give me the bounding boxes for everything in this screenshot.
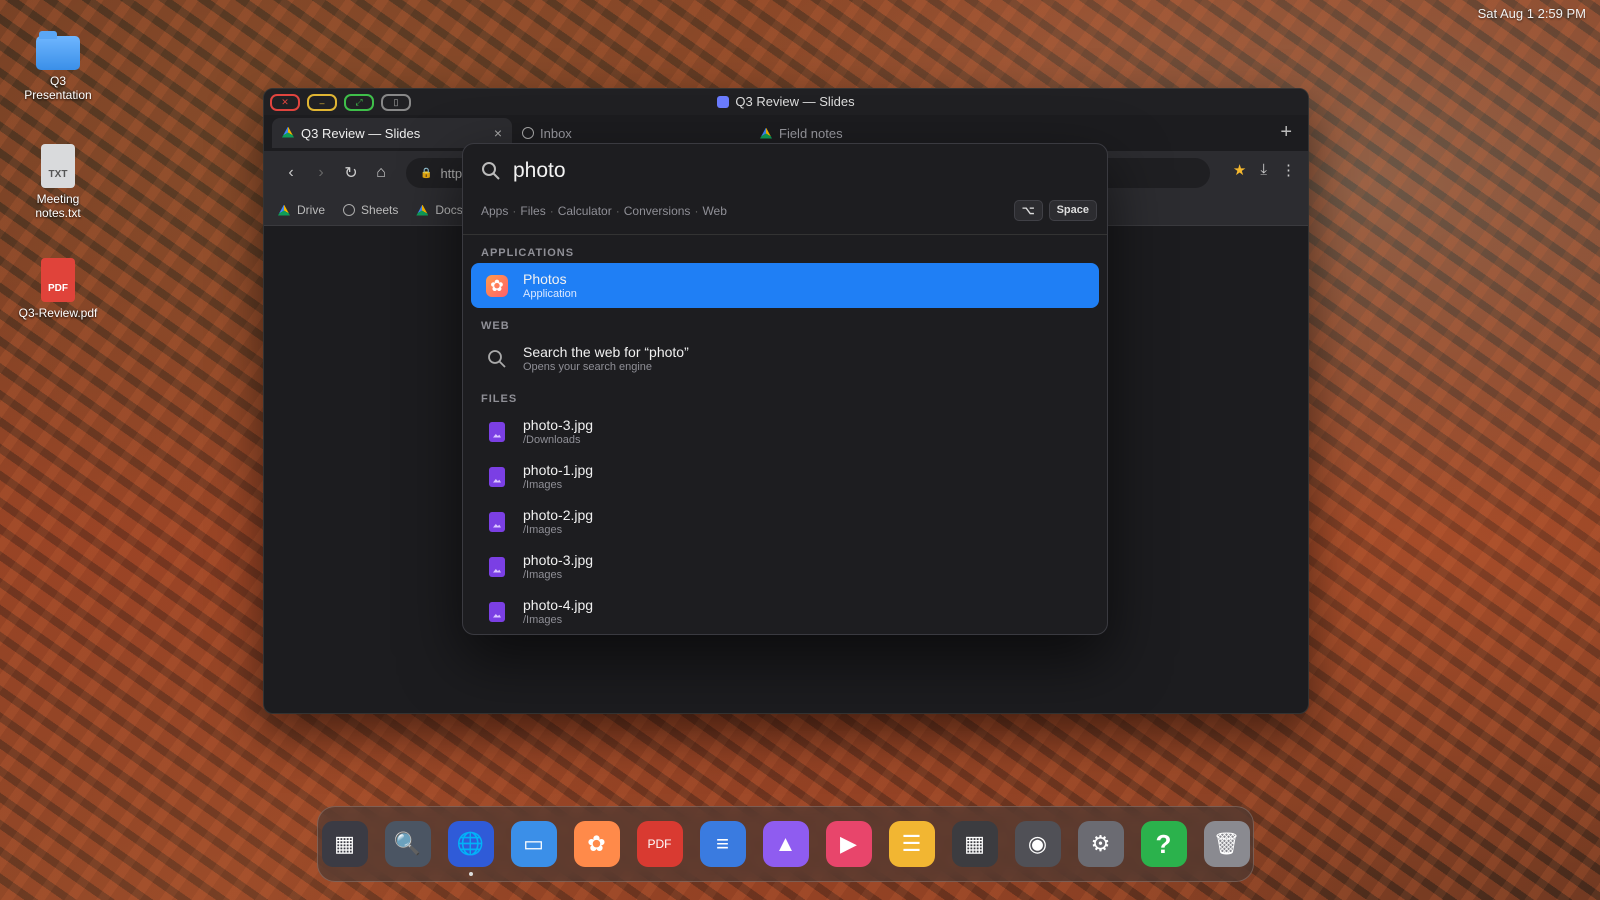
search-icon [482, 162, 500, 180]
reload-icon[interactable]: ↻ [336, 163, 366, 183]
camera-icon[interactable]: ◉ [1014, 821, 1061, 867]
search-icon [488, 349, 506, 368]
result-file[interactable]: photo-3.jpg/Downloads [471, 409, 1099, 454]
search-filters: Apps · Files · Calculator · Conversions · We… [463, 198, 1107, 224]
pdf-reader-icon[interactable]: PDF [636, 821, 683, 867]
finder-search-icon[interactable]: 🔍 [384, 821, 431, 867]
result-file[interactable]: photo-2.jpg/Images [471, 499, 1099, 544]
file-path: /Images [523, 569, 563, 581]
desktop-icon-q3-presentation[interactable]: Q3 Presentation [18, 31, 98, 102]
bookmark-sheets[interactable]: Sheets [343, 203, 398, 217]
google-drive-icon [282, 126, 294, 138]
image-file-icon [489, 511, 505, 532]
globe-icon [343, 204, 356, 216]
tab-label: Field notes [779, 125, 843, 141]
forward-arrow-icon[interactable]: › [306, 164, 336, 182]
menubar-clock: Sat Aug 1 2:59 PM [1477, 6, 1586, 21]
file-name: photo-4.jpg [523, 597, 594, 613]
home-icon[interactable]: ⌂ [366, 164, 396, 182]
back-arrow-icon[interactable]: ‹ [276, 164, 306, 182]
spotlight-search-field[interactable]: photo [463, 144, 1107, 198]
result-title: Search the web for “photo” [523, 344, 689, 360]
file-path: /Images [523, 614, 563, 626]
dock: ▦ 🔍 🌐 ▭ ✿ PDF ≡ ▲ ▶ ☰ ▦ ◉ ⚙? 🗑 [317, 806, 1254, 882]
photos-icon[interactable]: ✿ [573, 821, 620, 867]
image-file-icon [489, 601, 505, 622]
section-web: WEB [481, 320, 510, 332]
image-file-icon [489, 421, 505, 442]
google-drive-icon [278, 204, 290, 216]
file-name: photo-2.jpg [523, 507, 594, 523]
filter-files[interactable]: Files [520, 204, 545, 218]
new-tab-plus-icon[interactable]: + [1280, 121, 1292, 144]
bookmark-drive[interactable]: Drive [278, 203, 325, 217]
file-name: photo-3.jpg [523, 552, 594, 568]
app-icon [717, 96, 730, 108]
result-title: Photos [523, 271, 567, 287]
image-file-icon [489, 556, 505, 577]
globe-icon [522, 127, 534, 139]
section-applications: APPLICATIONS [481, 247, 575, 259]
section-files: FILES [481, 393, 518, 405]
more-menu-icon[interactable]: ⋮ [1281, 161, 1296, 179]
result-photos-app[interactable]: ✿ Photos Application [471, 263, 1099, 308]
text-file-icon: TXT [41, 144, 75, 188]
filter-conversions[interactable]: Conversions [624, 204, 691, 218]
result-file[interactable]: photo-4.jpg/Images [471, 589, 1099, 634]
option-key: ⌥ [1013, 200, 1043, 221]
filter-apps[interactable]: Apps [481, 204, 508, 218]
window-title: Q3 Review — Slides [264, 94, 1308, 109]
trash-icon[interactable]: 🗑 [1203, 821, 1250, 867]
file-path: /Images [523, 524, 563, 536]
close-tab-icon[interactable]: × [494, 125, 502, 141]
browser-globe-icon[interactable]: 🌐 [447, 821, 494, 876]
spotlight-launcher: photo Apps · Files · Calculator · Conversio… [462, 143, 1108, 635]
result-file[interactable]: photo-3.jpg/Images [471, 544, 1099, 589]
result-subtitle: Application [523, 288, 577, 300]
lock-icon: 🔒 [420, 167, 433, 179]
settings-gear-icon[interactable]: ⚙ [1077, 821, 1124, 867]
image-file-icon [489, 466, 505, 487]
desktop-icon-label: Q3 Presentation [24, 74, 92, 102]
google-drive-icon [760, 127, 772, 139]
filter-calculator[interactable]: Calculator [558, 204, 612, 218]
divider [463, 234, 1107, 235]
calculator-icon[interactable]: ▦ [951, 821, 998, 867]
help-icon[interactable]: ? [1140, 821, 1187, 867]
files-folder-icon[interactable]: ▭ [510, 821, 557, 867]
bookmark-docs[interactable]: Docs [416, 203, 463, 217]
image-viewer-icon[interactable]: ▲ [762, 821, 809, 867]
space-key: Space [1048, 200, 1097, 221]
desktop-icon-label: Q3-Review.pdf [18, 306, 98, 320]
google-drive-icon [416, 204, 429, 216]
shortcut-hint: ⌥ Space [1013, 200, 1097, 221]
desktop-icon-q3-review-pdf[interactable]: PDF Q3-Review.pdf [18, 258, 98, 320]
media-player-icon[interactable]: ▶ [825, 821, 872, 867]
file-path: /Downloads [523, 434, 581, 446]
bookmark-star-icon[interactable]: ★ [1233, 161, 1246, 179]
folder-icon [36, 31, 80, 70]
photos-app-icon: ✿ [486, 274, 508, 297]
result-file[interactable]: photo-1.jpg/Images [471, 454, 1099, 499]
window-titlebar[interactable]: ✕ – ⤢ ▯ Q3 Review — Slides [264, 89, 1308, 115]
desktop-icon-meeting-notes[interactable]: TXT Meeting notes.txt [18, 144, 98, 220]
file-name: photo-1.jpg [523, 462, 594, 478]
filter-web[interactable]: Web [702, 204, 726, 218]
download-icon[interactable]: ⤓ [1260, 161, 1267, 179]
file-name: photo-3.jpg [523, 417, 594, 433]
tab-label: Q3 Review — Slides [301, 125, 421, 141]
documents-icon[interactable]: ≡ [699, 821, 746, 867]
pdf-file-icon: PDF [41, 258, 75, 302]
file-path: /Images [523, 479, 563, 491]
search-query[interactable]: photo [513, 159, 566, 183]
notes-icon[interactable]: ☰ [888, 821, 935, 867]
tab-label: Inbox [540, 125, 572, 141]
launchpad-icon[interactable]: ▦ [321, 821, 368, 867]
result-subtitle: Opens your search engine [523, 361, 653, 373]
result-web-search[interactable]: Search the web for “photo” Opens your se… [471, 336, 1099, 381]
desktop-icon-label: Meeting notes.txt [35, 192, 81, 220]
